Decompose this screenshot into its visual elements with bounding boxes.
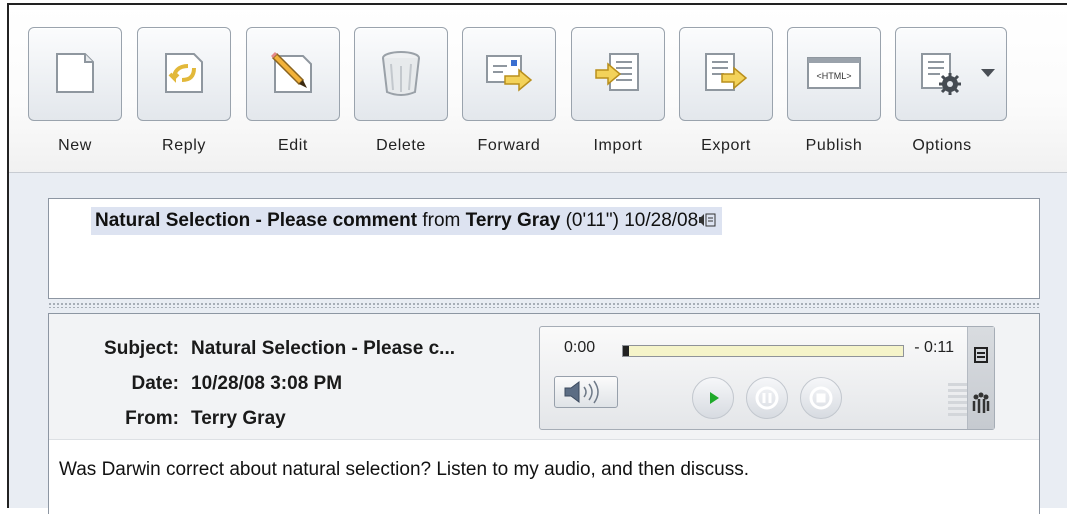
date-label: Date: (131, 373, 179, 394)
reply-button[interactable]: Reply (137, 27, 231, 155)
list-item-from-word: from (422, 210, 461, 231)
new-button[interactable]: New (28, 27, 122, 155)
chevron-down-icon[interactable] (980, 68, 996, 78)
date-value: 10/28/08 3:08 PM (191, 373, 343, 394)
forward-button[interactable]: Forward (462, 27, 556, 155)
stop-button[interactable] (800, 377, 842, 419)
list-item-author: Terry Gray (465, 210, 561, 231)
from-value: Terry Gray (191, 408, 286, 429)
import-icon (595, 53, 639, 91)
publish-label: Publish (805, 137, 863, 154)
message-list: Natural Selection - Please comment from … (48, 198, 1040, 299)
edit-pencil-icon (271, 52, 312, 93)
list-item-date: 10/28/08 (624, 210, 699, 231)
forward-label: Forward (477, 137, 541, 154)
reply-icon (165, 53, 203, 93)
player-side-panel (967, 327, 994, 429)
options-label: Options (912, 137, 972, 154)
export-label: Export (701, 137, 751, 154)
progress-fill (623, 346, 629, 356)
subject-label: Subject: (104, 338, 179, 359)
volume-button[interactable] (554, 376, 618, 408)
list-item-duration: (0'11") (565, 210, 619, 231)
html-publish-icon: <HTML> (807, 57, 861, 89)
from-label: From: (125, 408, 179, 429)
menu-list-icon[interactable] (968, 345, 994, 365)
edit-button[interactable]: Edit (246, 27, 340, 155)
delete-button[interactable]: Delete (354, 27, 448, 155)
html-tag-text: <HTML> (816, 71, 851, 81)
progress-track[interactable] (622, 345, 904, 357)
app-window: New Reply Edit Delete Forward Import Exp… (7, 3, 1067, 514)
export-icon (705, 53, 748, 91)
speaker-icon (564, 380, 599, 404)
list-item[interactable]: Natural Selection - Please comment from … (91, 207, 723, 235)
play-icon (710, 392, 719, 404)
audio-indicator-icon (698, 208, 716, 227)
list-item-subject: Natural Selection - Please comment (95, 210, 418, 231)
publish-button[interactable]: <HTML> Publish (787, 27, 881, 155)
pause-icon (755, 386, 779, 410)
message-header: Subject: Natural Selection - Please c...… (49, 314, 1039, 440)
audio-player: 0:00 - 0:11 (539, 326, 995, 430)
trash-can-icon (382, 51, 420, 96)
import-label: Import (593, 137, 643, 154)
pause-button[interactable] (746, 377, 788, 419)
stop-icon (809, 386, 833, 410)
delete-label: Delete (376, 137, 426, 154)
message-body: Was Darwin correct about natural selecti… (59, 459, 749, 480)
remaining-time: - 0:11 (914, 339, 954, 356)
new-document-icon (56, 53, 94, 93)
options-gear-icon (921, 53, 961, 95)
edit-label: Edit (278, 137, 308, 154)
subject-value: Natural Selection - Please c... (191, 338, 455, 359)
options-button[interactable]: Options (895, 27, 1007, 155)
import-button[interactable]: Import (571, 27, 665, 155)
reply-label: Reply (162, 137, 206, 154)
play-button[interactable] (692, 377, 734, 419)
elapsed-time: 0:00 (564, 339, 596, 356)
new-label: New (58, 137, 92, 154)
message-view: Subject: Natural Selection - Please c...… (48, 313, 1040, 514)
toolbar: New Reply Edit Delete Forward Import Exp… (9, 5, 1067, 173)
forward-icon (486, 55, 533, 92)
people-icon[interactable] (968, 391, 994, 415)
pane-splitter[interactable] (48, 302, 1040, 308)
export-button[interactable]: Export (679, 27, 773, 155)
